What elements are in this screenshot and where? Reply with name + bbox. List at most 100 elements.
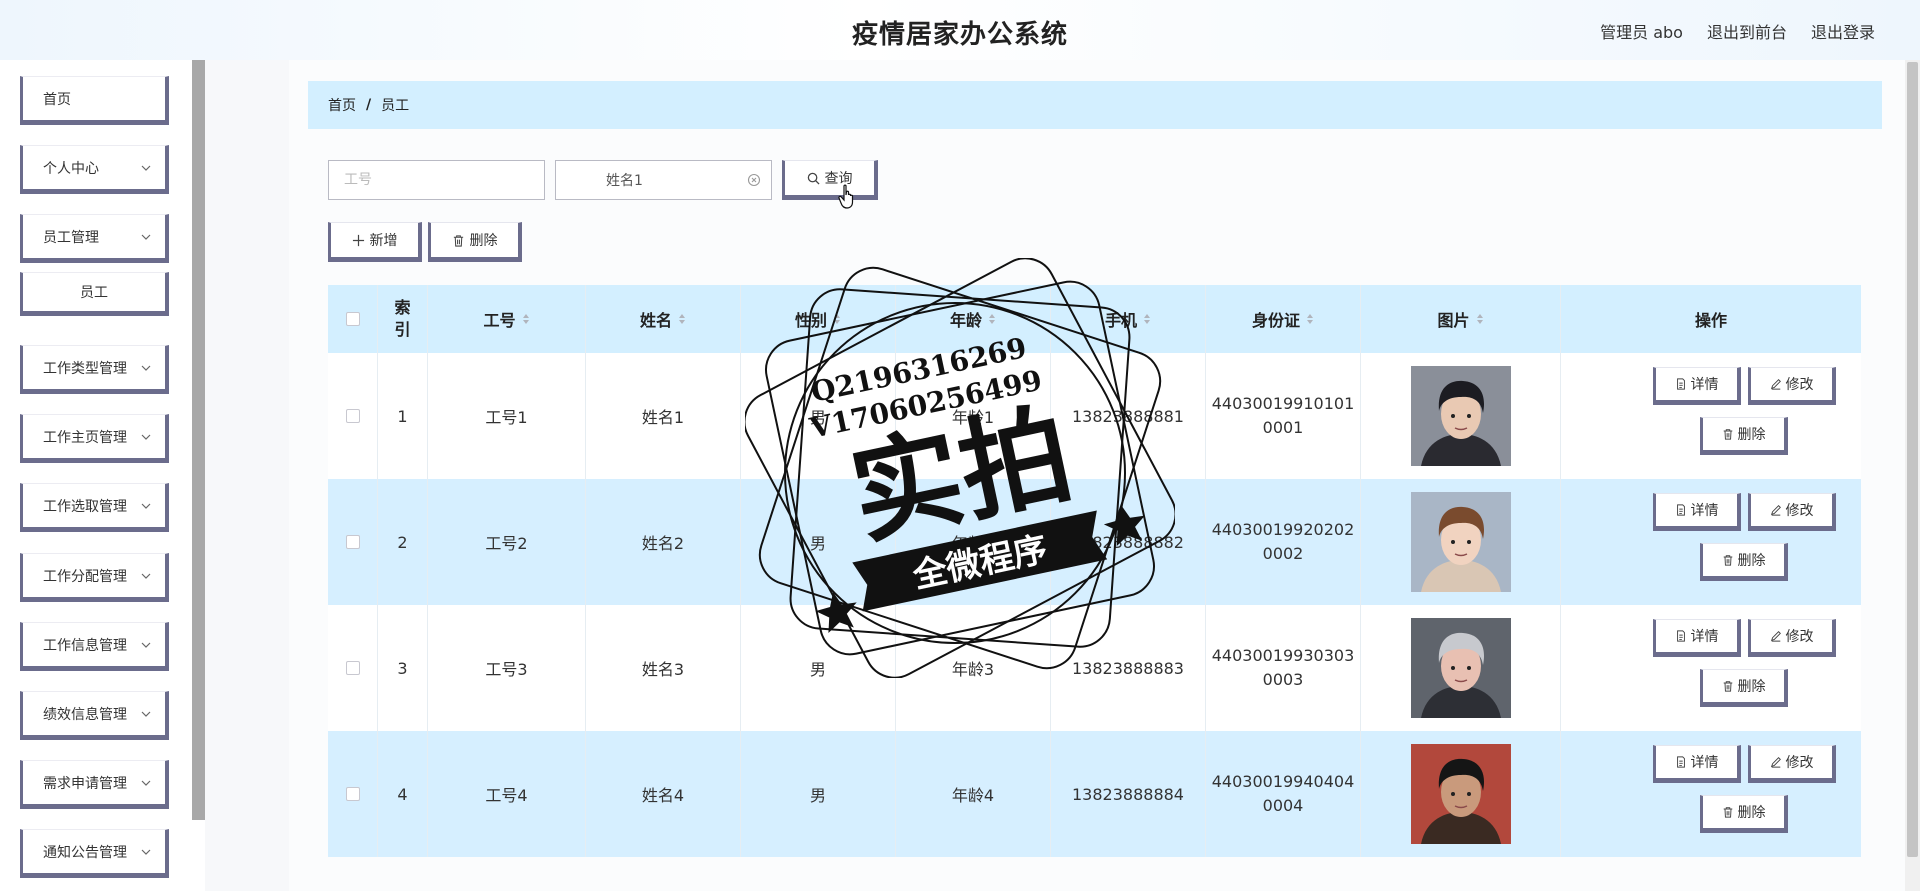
chevron-down-icon [141,573,151,579]
batch-delete-button[interactable]: 删除 [428,222,522,262]
detail-button[interactable]: 详情 [1653,745,1741,783]
delete-button[interactable]: 删除 [1700,795,1788,833]
detail-label: 详情 [1690,503,1719,519]
emp-id-input[interactable] [344,161,544,199]
batch-delete-label: 删除 [469,233,498,249]
cell-photo [1361,605,1561,731]
row-checkbox[interactable] [345,661,360,675]
employee-photo[interactable] [1410,744,1511,844]
cell-gender: 男 [741,605,896,731]
select-all-cell [328,285,378,353]
row-checkbox[interactable] [345,787,360,801]
row-checkbox[interactable] [345,535,360,549]
logout-link[interactable]: 退出登录 [1811,19,1875,43]
sidebar-scrollbar[interactable] [192,60,205,820]
id-card-text: 44030019910101 [1211,394,1355,413]
delete-label: 删除 [1737,427,1766,443]
sidebar-item-5[interactable]: 工作主页管理 [20,414,169,463]
edit-button[interactable]: 修改 [1748,367,1836,405]
employee-photo[interactable] [1410,618,1511,718]
sort-icon[interactable] [1476,313,1484,325]
sidebar-item-label: 工作选取管理 [43,498,127,515]
sort-icon[interactable] [1306,313,1314,325]
cell-ops: 详情 修改删除 [1561,479,1861,605]
sort-icon[interactable] [522,313,530,325]
edit-button[interactable]: 修改 [1748,745,1836,783]
cell-id_card: 44030019940404 0004 [1206,731,1361,857]
edit-button[interactable]: 修改 [1748,619,1836,657]
cell-check [328,479,378,605]
breadcrumb-home[interactable]: 首页 [328,95,356,115]
col-age[interactable]: 年龄 [896,285,1051,353]
col-photo[interactable]: 图片 [1361,285,1561,353]
cell-text: 13823888881 [1072,406,1184,426]
cell-emp_id: 工号1 [428,353,586,479]
sort-icon[interactable] [833,313,841,325]
add-button[interactable]: 新增 [328,222,422,262]
col-phone[interactable]: 手机 [1051,285,1206,353]
back-to-front-link[interactable]: 退出到前台 [1707,19,1787,43]
sidebar-item-label: 需求申请管理 [43,775,127,792]
search-button[interactable]: 查询 [782,160,878,200]
breadcrumb-separator: / [366,97,372,113]
cell-ops: 详情 修改删除 [1561,353,1861,479]
trash-icon [1723,555,1732,566]
page-scrollbar-thumb[interactable] [1907,62,1918,857]
delete-label: 删除 [1737,805,1766,821]
sidebar-item-0[interactable]: 首页 [20,76,169,125]
sort-icon[interactable] [678,313,686,325]
cell-text: 13823888884 [1072,784,1184,804]
clear-icon[interactable] [747,173,761,187]
sidebar-item-11[interactable]: 通知公告管理 [20,829,169,878]
col-emp-id[interactable]: 工号 [428,285,586,353]
detail-button[interactable]: 详情 [1653,619,1741,657]
col-name-label: 姓名 [639,311,672,330]
document-icon [1676,378,1685,390]
cell-photo [1361,479,1561,605]
chevron-down-icon [141,503,151,509]
cell-photo [1361,731,1561,857]
document-icon [1676,504,1685,516]
delete-button[interactable]: 删除 [1700,669,1788,707]
col-gender[interactable]: 性别 [741,285,896,353]
sidebar-item-10[interactable]: 需求申请管理 [20,760,169,809]
sidebar-item-3[interactable]: 员工 [20,272,169,316]
sort-icon[interactable] [1143,313,1151,325]
edit-icon [1770,757,1781,768]
detail-button[interactable]: 详情 [1653,493,1741,531]
cell-id_card: 44030019910101 0001 [1206,353,1361,479]
sidebar-item-1[interactable]: 个人中心 [20,145,169,194]
col-id-card-label: 身份证 [1251,311,1300,330]
id-card-text: 0003 [1262,670,1304,689]
row-checkbox[interactable] [345,409,360,423]
col-id-card[interactable]: 身份证 [1206,285,1361,353]
sidebar-item-7[interactable]: 工作分配管理 [20,553,169,602]
edit-button[interactable]: 修改 [1748,493,1836,531]
delete-button[interactable]: 删除 [1700,543,1788,581]
sidebar-item-6[interactable]: 工作选取管理 [20,483,169,532]
col-name[interactable]: 姓名 [586,285,741,353]
edit-icon [1770,631,1781,642]
cell-text: 工号1 [485,408,528,427]
cell-ops: 详情 修改删除 [1561,731,1861,857]
sidebar-item-label: 通知公告管理 [43,844,127,861]
cell-text: 年龄3 [951,660,995,679]
sidebar-item-4[interactable]: 工作类型管理 [20,345,169,394]
delete-button[interactable]: 删除 [1700,417,1788,455]
employee-photo[interactable] [1410,366,1511,466]
edit-icon [1770,505,1781,516]
sidebar-item-8[interactable]: 工作信息管理 [20,622,169,671]
sort-icon[interactable] [988,313,996,325]
cell-gender: 男 [741,479,896,605]
cell-name: 姓名1 [586,353,741,479]
cell-check [328,605,378,731]
add-button-label: 新增 [369,233,398,249]
cell-phone: 13823888881 [1051,353,1206,479]
cell-name: 姓名4 [586,731,741,857]
sidebar-item-9[interactable]: 绩效信息管理 [20,691,169,740]
cell-text: 姓名1 [641,408,685,427]
sidebar-item-2[interactable]: 员工管理 [20,214,169,263]
select-all-checkbox[interactable] [345,312,360,326]
detail-button[interactable]: 详情 [1653,367,1741,405]
employee-photo[interactable] [1410,492,1511,592]
